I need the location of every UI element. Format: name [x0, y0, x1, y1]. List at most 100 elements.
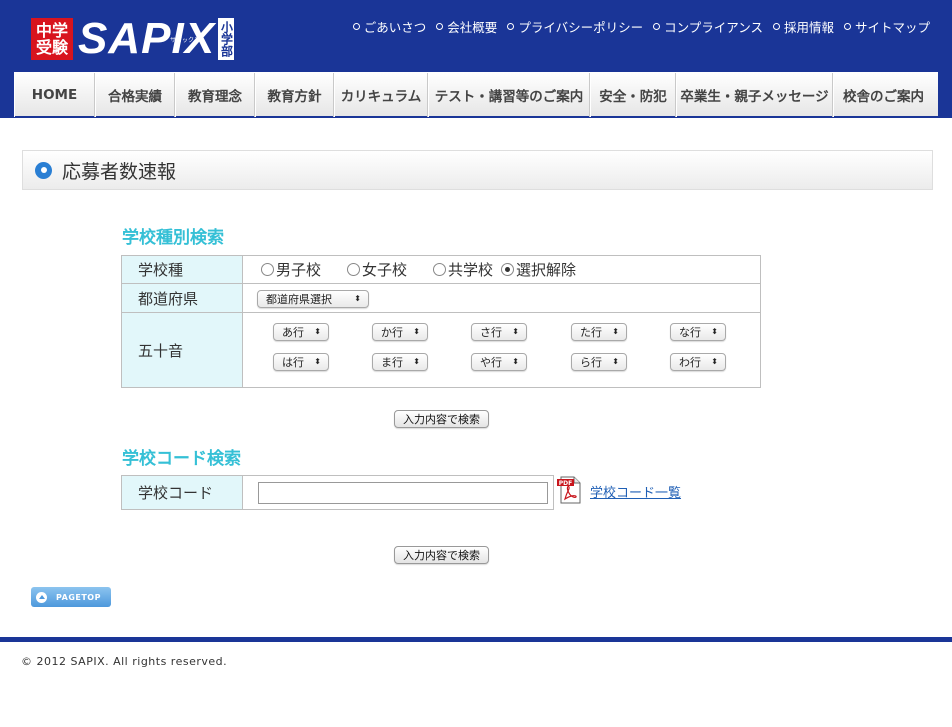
kana-select-value: は行	[282, 355, 304, 369]
school-type-search-title: 学校種別検索	[122, 228, 224, 248]
svg-text:PDF: PDF	[559, 480, 572, 487]
kana-select-a[interactable]: あ行 ⬍	[273, 322, 329, 341]
radio-label: 男子校	[276, 261, 322, 279]
updown-arrows-icon: ⬍	[413, 326, 420, 336]
main-nav-results[interactable]: 合格実績	[95, 73, 175, 117]
kana-select-ka[interactable]: か行 ⬍	[372, 322, 428, 341]
main-nav-curriculum[interactable]: カリキュラム	[334, 73, 428, 117]
updown-arrows-icon: ⬍	[314, 326, 321, 336]
prefecture-select[interactable]: 都道府県選択 ⬍	[257, 289, 369, 308]
utility-nav-greeting[interactable]: ごあいさつ	[352, 17, 427, 36]
utility-nav-label: 会社概要	[447, 20, 498, 35]
school-code-input[interactable]	[258, 481, 548, 504]
main-nav-schools[interactable]: 校舎のご案内	[833, 73, 933, 117]
main-nav-messages[interactable]: 卒業生・親子メッセージ	[676, 73, 833, 117]
main-nav-tests[interactable]: テスト・講習等のご案内	[428, 73, 590, 117]
kana-select-ra[interactable]: ら行 ⬍	[571, 352, 627, 371]
site-header: 中学 受験 SAPIX サピックス 小学部 ごあいさつ 会社概要 プライバシーポ…	[0, 0, 952, 118]
utility-nav-sitemap[interactable]: サイトマップ	[843, 17, 930, 36]
school-type-label: 学校種	[121, 255, 243, 284]
updown-arrows-icon: ⬍	[711, 356, 718, 366]
utility-nav-compliance[interactable]: コンプライアンス	[653, 17, 763, 36]
radio-label: 女子校	[362, 261, 408, 279]
logo-name-sub: サピックス	[170, 38, 200, 44]
kana-select-ha[interactable]: は行 ⬍	[273, 352, 329, 371]
updown-arrows-icon: ⬍	[512, 356, 519, 366]
prefecture-label: 都道府県	[121, 283, 243, 313]
circle-bullet-icon	[772, 23, 780, 30]
kana-select-value: ま行	[381, 355, 403, 369]
radio-label: 選択解除	[516, 261, 577, 279]
school-code-label: 学校コード	[121, 475, 243, 510]
circle-bullet-icon	[843, 23, 851, 30]
school-type-search-table: 学校種 男子校 女子校 共学校 選択解除 都道府県 都道府県選択 ⬍ 五十音 あ…	[121, 255, 761, 388]
page-title: 応募者数速報	[62, 160, 177, 183]
kana-select-value: な行	[679, 325, 701, 339]
updown-arrows-icon: ⬍	[612, 356, 619, 366]
utility-nav-recruit[interactable]: 採用情報	[772, 17, 834, 36]
utility-nav-company[interactable]: 会社概要	[436, 17, 497, 36]
radio-girls-school[interactable]: 女子校	[347, 259, 407, 280]
updown-arrows-icon: ⬍	[711, 326, 718, 336]
logo-badge: 中学 受験	[31, 18, 73, 60]
kana-select-value: わ行	[679, 355, 701, 369]
school-code-search-title: 学校コード検索	[122, 449, 241, 469]
main-nav-home[interactable]: HOME	[14, 73, 95, 117]
kana-select-value: あ行	[282, 325, 304, 339]
kana-select-sa[interactable]: さ行 ⬍	[471, 322, 527, 341]
kana-select-wa[interactable]: わ行 ⬍	[670, 352, 726, 371]
kana-select-ta[interactable]: た行 ⬍	[571, 322, 627, 341]
kana-select-value: た行	[580, 325, 602, 339]
updown-arrows-icon: ⬍	[314, 356, 321, 366]
school-type-search-button[interactable]: 入力内容で検索	[394, 410, 489, 428]
radio-label: 共学校	[448, 261, 494, 279]
school-code-list-link[interactable]: 学校コード一覧	[590, 482, 681, 501]
circle-bullet-icon	[352, 23, 360, 30]
pagetop-label: PAGETOP	[56, 592, 101, 602]
logo-tag-text: 小学部	[219, 21, 234, 57]
pagetop-button[interactable]: PAGETOP	[31, 587, 111, 607]
updown-arrows-icon: ⬍	[413, 356, 420, 366]
school-type-cell: 男子校 女子校 共学校 選択解除	[242, 255, 761, 284]
kana-select-value: か行	[381, 325, 403, 339]
radio-clear-selection[interactable]: 選択解除	[501, 259, 576, 280]
main-nav-safety[interactable]: 安全・防犯	[590, 73, 676, 117]
logo-tag: 小学部	[218, 18, 235, 60]
kana-cell: あ行 ⬍ か行 ⬍ さ行 ⬍ た行 ⬍ な行 ⬍ は行 ⬍ ま行 ⬍ や行 ⬍ ら行 ⬍ わ行 ⬍	[242, 312, 761, 388]
main-nav: HOME 合格実績 教育理念 教育方針 カリキュラム テスト・講習等のご案内 安…	[14, 72, 938, 117]
school-code-search-button[interactable]: 入力内容で検索	[394, 546, 489, 564]
radio-boys-school[interactable]: 男子校	[261, 259, 321, 280]
logo-badge-bottom: 受験	[35, 38, 68, 57]
kana-select-value: さ行	[480, 325, 502, 339]
utility-nav-label: 採用情報	[783, 20, 834, 35]
kana-select-ma[interactable]: ま行 ⬍	[372, 352, 428, 371]
utility-nav-label: ごあいさつ	[363, 20, 427, 35]
circle-bullet-icon	[507, 23, 515, 30]
radio-icon	[347, 263, 361, 276]
radio-coed-school[interactable]: 共学校	[433, 259, 493, 280]
updown-arrows-icon: ⬍	[512, 326, 519, 336]
kana-select-value: ら行	[580, 355, 602, 369]
footer-divider	[0, 637, 952, 642]
kana-select-na[interactable]: な行 ⬍	[670, 322, 726, 341]
utility-nav-label: サイトマップ	[854, 20, 930, 35]
school-type-radio-group: 男子校 女子校 共学校 選択解除	[261, 259, 760, 280]
prefecture-select-value: 都道府県選択	[266, 292, 332, 306]
pdf-file-icon[interactable]: PDF	[556, 476, 582, 504]
circle-bullet-icon	[653, 23, 661, 30]
kana-select-grid: あ行 ⬍ か行 ⬍ さ行 ⬍ た行 ⬍ な行 ⬍ は行 ⬍ ま行 ⬍ や行 ⬍ ら行 ⬍ わ行 ⬍	[243, 314, 760, 387]
utility-nav-privacy[interactable]: プライバシーポリシー	[507, 17, 643, 36]
main-nav-policy[interactable]: 教育方針	[255, 73, 334, 117]
utility-nav-label: コンプライアンス	[664, 20, 763, 35]
sapix-logo[interactable]: 中学 受験 SAPIX サピックス 小学部	[31, 17, 235, 61]
utility-nav: ごあいさつ 会社概要 プライバシーポリシー コンプライアンス 採用情報 サイトマ…	[352, 17, 930, 36]
utility-nav-label: プライバシーポリシー	[518, 20, 644, 35]
main-nav-philosophy[interactable]: 教育理念	[175, 73, 255, 117]
circle-bullet-icon	[436, 23, 444, 30]
kana-label: 五十音	[121, 312, 243, 388]
kana-select-ya[interactable]: や行 ⬍	[471, 352, 527, 371]
logo-badge-top: 中学	[35, 21, 68, 40]
radio-icon	[433, 263, 447, 276]
school-code-search-table: 学校コード	[121, 475, 554, 510]
arrow-up-icon	[36, 591, 47, 603]
